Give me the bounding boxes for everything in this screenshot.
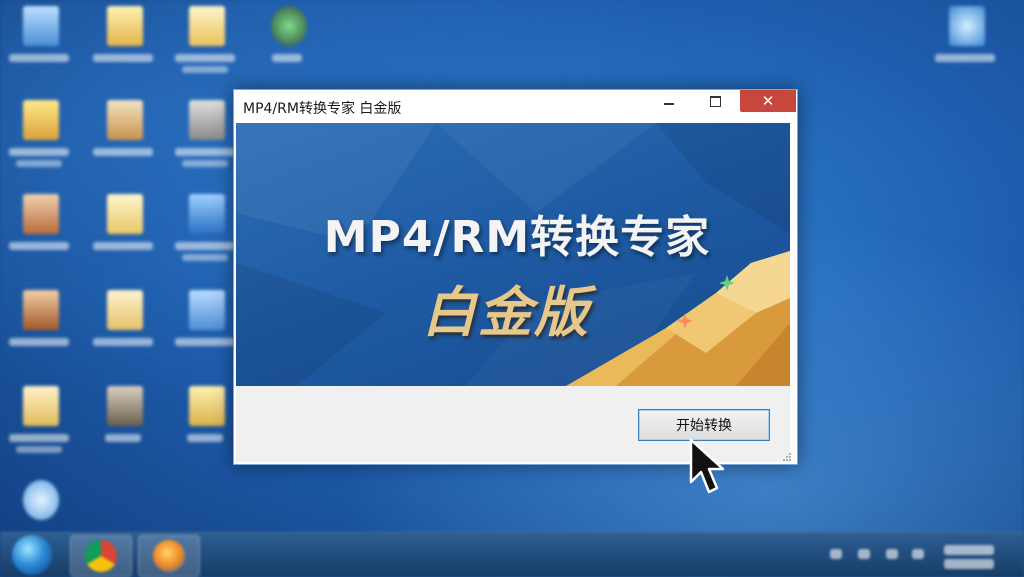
desktop-icon[interactable] <box>88 382 158 468</box>
tray-icon[interactable] <box>912 549 924 559</box>
maximize-icon <box>709 95 721 107</box>
desktop-icon[interactable] <box>170 2 240 88</box>
window-title: MP4/RM转换专家 白金版 <box>243 101 402 117</box>
desktop-icon[interactable] <box>170 286 240 372</box>
start-convert-button[interactable]: 开始转换 <box>638 409 770 441</box>
banner-title: MP4/RM转换专家 <box>323 212 711 263</box>
app-window: MP4/RM转换专家 白金版 ✕ MP4/RM转换专家 白金版 开始转换 <box>233 89 798 465</box>
banner-subtitle: 白金版 <box>422 280 590 344</box>
chrome-icon <box>85 540 117 572</box>
desktop-icon[interactable] <box>88 96 158 182</box>
desktop-icon[interactable] <box>88 2 158 88</box>
desktop-icon[interactable] <box>4 190 74 276</box>
start-orb-icon[interactable] <box>12 535 52 575</box>
resize-grip-icon[interactable] <box>782 452 792 462</box>
minimize-icon <box>664 103 674 105</box>
desktop-icon[interactable] <box>88 190 158 276</box>
desktop-icon[interactable] <box>930 2 1000 88</box>
minimize-button[interactable] <box>654 90 684 112</box>
date[interactable] <box>944 559 994 569</box>
desktop-icon[interactable] <box>170 382 240 468</box>
desktop-icon[interactable] <box>4 2 74 88</box>
desktop-icon[interactable] <box>170 190 240 276</box>
firefox-icon <box>153 540 185 572</box>
desktop-icon[interactable] <box>4 382 74 468</box>
desktop-icon[interactable] <box>88 286 158 372</box>
taskbar-chrome-button[interactable] <box>70 535 132 577</box>
title-bar[interactable]: MP4/RM转换专家 白金版 ✕ <box>234 90 797 122</box>
cursor-icon <box>689 438 725 494</box>
splash-banner: MP4/RM转换专家 白金版 <box>236 123 790 386</box>
taskbar <box>0 532 1024 577</box>
desktop-icon[interactable] <box>4 96 74 182</box>
tray-icon[interactable] <box>858 549 870 559</box>
clock[interactable] <box>944 545 994 555</box>
tray-icon[interactable] <box>886 549 898 559</box>
taskbar-firefox-button[interactable] <box>138 535 200 577</box>
desktop-icon[interactable] <box>252 2 322 88</box>
tray-icon[interactable] <box>830 549 842 559</box>
close-icon: ✕ <box>761 92 775 110</box>
desktop-icon[interactable] <box>4 286 74 372</box>
close-button[interactable]: ✕ <box>740 90 796 112</box>
maximize-button[interactable] <box>700 90 730 112</box>
desktop-icon[interactable] <box>170 96 240 182</box>
